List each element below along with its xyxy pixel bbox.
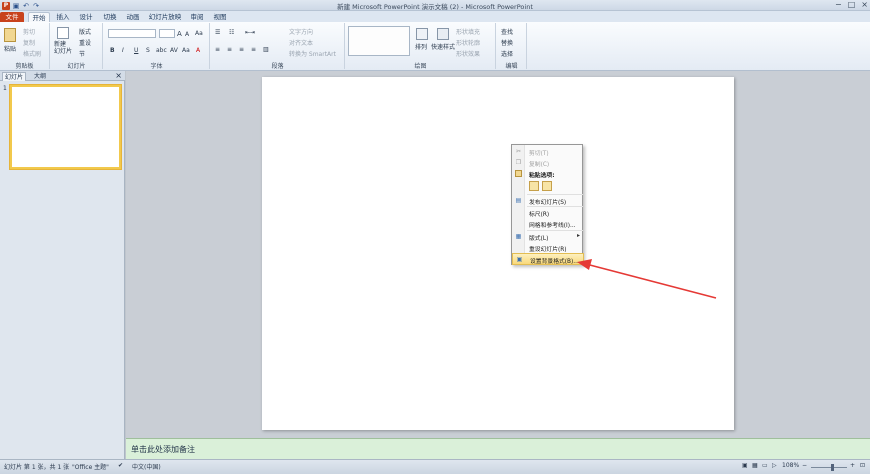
notes-placeholder: 单击此处添加备注 — [131, 445, 195, 454]
reading-view-icon[interactable]: ▭ — [762, 462, 768, 469]
zoom-slider-handle[interactable] — [831, 464, 834, 471]
fit-slide-icon[interactable]: ⊡ — [860, 462, 865, 469]
zoom-slider[interactable] — [811, 467, 847, 468]
slideshow-view-icon[interactable]: ▷ — [772, 462, 777, 469]
normal-view-icon[interactable]: ▣ — [742, 462, 748, 469]
sorter-view-icon[interactable]: ▦ — [752, 462, 758, 469]
zoom-in-icon[interactable]: + — [850, 462, 855, 469]
annotation-arrow — [577, 259, 717, 299]
notes-pane[interactable]: 单击此处添加备注 — [126, 438, 870, 459]
spellcheck-icon[interactable]: ✔ — [118, 462, 123, 469]
status-bar: 幻灯片 第 1 张，共 1 张 "Office 主题" ✔ 中文(中国) ▣ ▦… — [0, 459, 870, 474]
zoom-level[interactable]: 108% — [782, 462, 799, 469]
annotation-arrow-line — [585, 263, 717, 299]
zoom-out-icon[interactable]: − — [802, 462, 807, 469]
annotation-arrow-head — [577, 259, 592, 270]
slide-count-status: 幻灯片 第 1 张，共 1 张 — [4, 464, 70, 471]
theme-status[interactable]: "Office 主题" — [72, 462, 109, 471]
language-status[interactable]: 中文(中国) — [132, 462, 161, 471]
